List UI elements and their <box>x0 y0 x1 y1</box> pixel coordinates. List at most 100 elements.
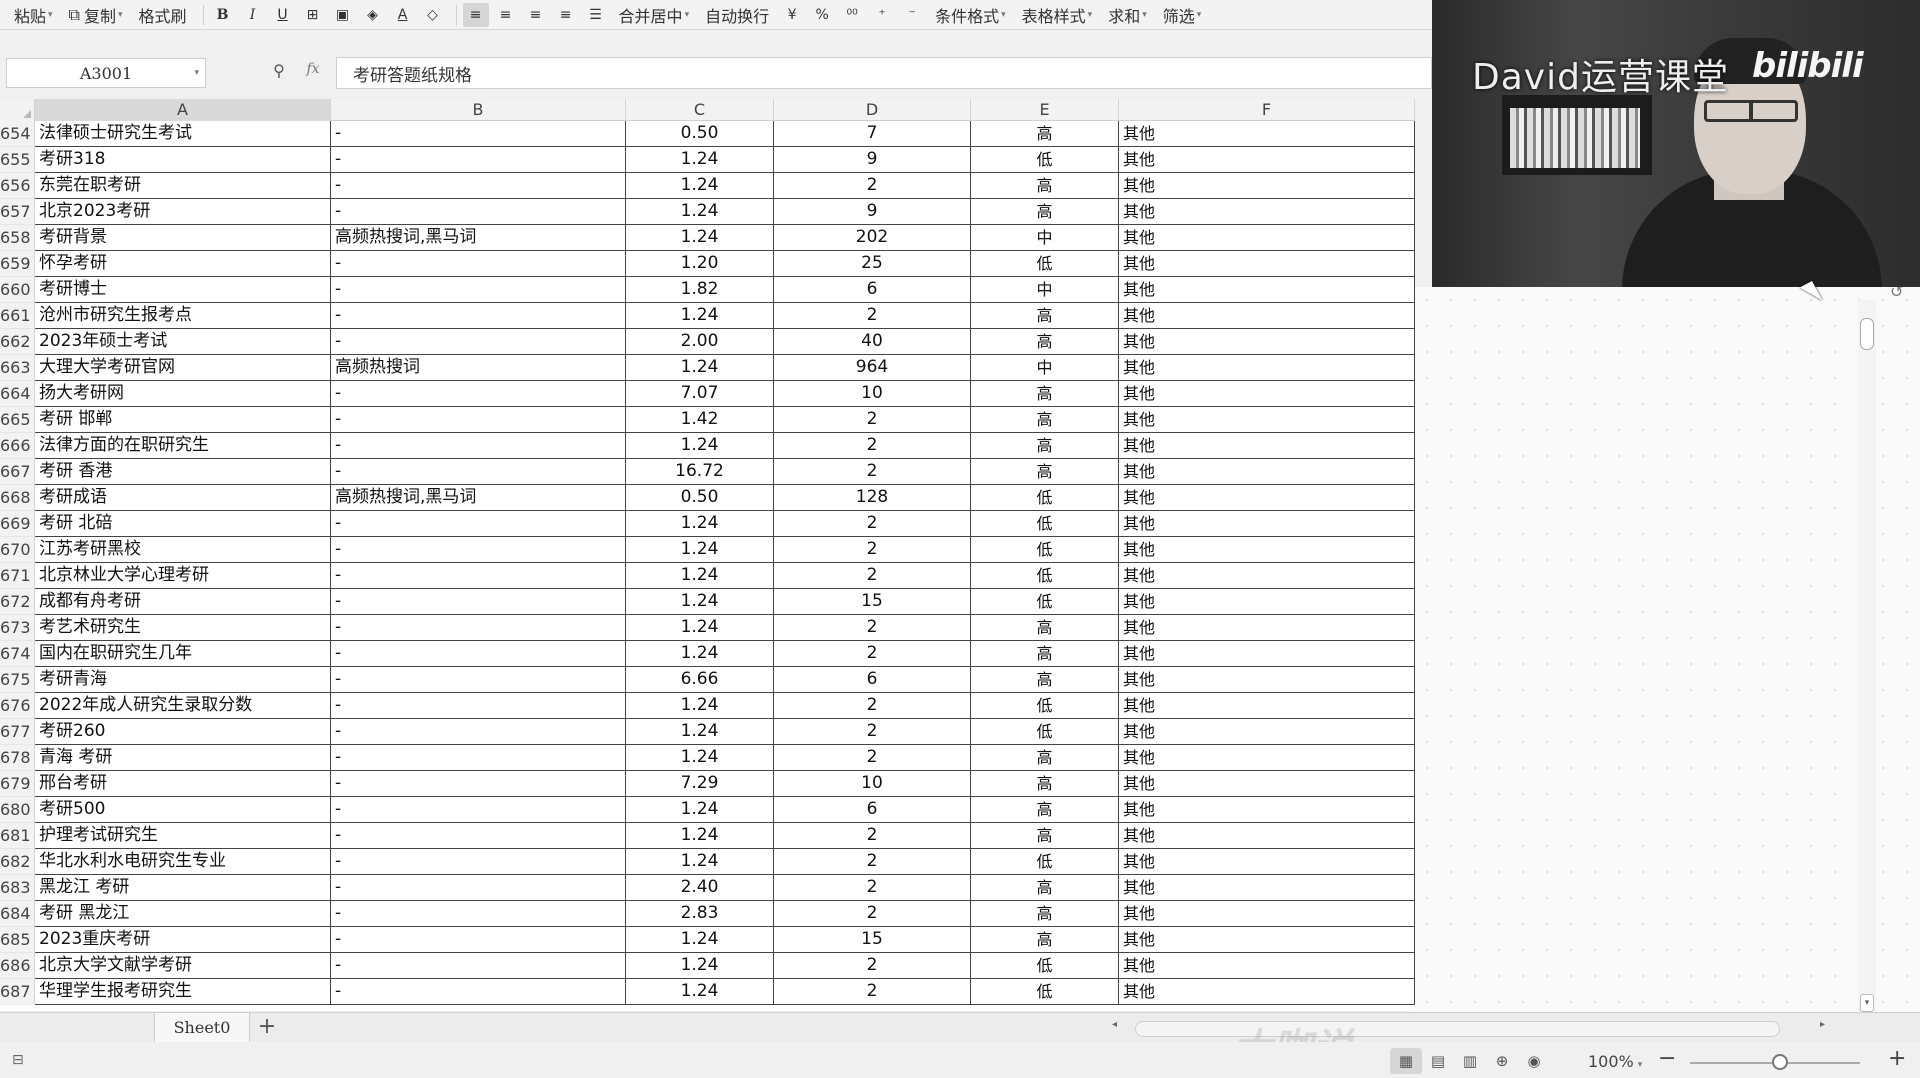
cell-f[interactable]: 其他 <box>1119 225 1415 250</box>
cell-a[interactable]: 黑龙江 考研 <box>35 875 331 900</box>
cell-f[interactable]: 其他 <box>1119 485 1415 510</box>
cell-a[interactable]: 国内在职研究生几年 <box>35 641 331 666</box>
row-header[interactable]: 654 <box>0 121 35 146</box>
macro-icon[interactable]: ⊟ <box>12 1052 24 1068</box>
cell-d[interactable]: 9 <box>774 147 971 172</box>
row-header[interactable]: 672 <box>0 589 35 614</box>
wrap-text-button[interactable]: 自动换行 <box>699 3 775 27</box>
cell-e[interactable]: 高 <box>971 901 1119 926</box>
cell-f[interactable]: 其他 <box>1119 199 1415 224</box>
cell-f[interactable]: 其他 <box>1119 979 1415 1004</box>
cell-a[interactable]: 华北水利水电研究生专业 <box>35 849 331 874</box>
cell-c[interactable]: 1.24 <box>626 953 774 978</box>
cell-b[interactable]: - <box>331 719 626 744</box>
cell-d[interactable]: 2 <box>774 615 971 640</box>
cell-d[interactable]: 9 <box>774 199 971 224</box>
cell-f[interactable]: 其他 <box>1119 953 1415 978</box>
cell-a[interactable]: 成都有舟考研 <box>35 589 331 614</box>
cell-d[interactable]: 6 <box>774 797 971 822</box>
cell-d[interactable]: 40 <box>774 329 971 354</box>
cell-a[interactable]: 考研260 <box>35 719 331 744</box>
cell-e[interactable]: 高 <box>971 407 1119 432</box>
cell-c[interactable]: 0.50 <box>626 485 774 510</box>
cell-b[interactable]: - <box>331 823 626 848</box>
cell-e[interactable]: 高 <box>971 667 1119 692</box>
cell-e[interactable]: 低 <box>971 485 1119 510</box>
cell-c[interactable]: 1.24 <box>626 433 774 458</box>
cell-e[interactable]: 低 <box>971 849 1119 874</box>
cell-e[interactable]: 高 <box>971 823 1119 848</box>
cell-c[interactable]: 1.24 <box>626 849 774 874</box>
cell-d[interactable]: 2 <box>774 433 971 458</box>
cell-c[interactable]: 1.24 <box>626 615 774 640</box>
highlight-icon[interactable]: ◈ <box>360 3 386 27</box>
cell-f[interactable]: 其他 <box>1119 849 1415 874</box>
cell-a[interactable]: 护理考试研究生 <box>35 823 331 848</box>
vertical-scrollbar[interactable]: ▾ <box>1858 300 1876 1012</box>
cell-d[interactable]: 10 <box>774 771 971 796</box>
cell-f[interactable]: 其他 <box>1119 303 1415 328</box>
cell-f[interactable]: 其他 <box>1119 875 1415 900</box>
cell-d[interactable]: 2 <box>774 563 971 588</box>
cell-b[interactable]: 高频热搜词 <box>331 355 626 380</box>
cell-e[interactable]: 低 <box>971 953 1119 978</box>
cell-a[interactable]: 北京2023考研 <box>35 199 331 224</box>
column-header-e[interactable]: E <box>971 99 1119 121</box>
table-style-button[interactable]: 表格样式 ▾ <box>1016 3 1099 27</box>
row-header[interactable]: 670 <box>0 537 35 562</box>
cell-a[interactable]: 大理大学考研官网 <box>35 355 331 380</box>
cell-e[interactable]: 高 <box>971 381 1119 406</box>
cell-c[interactable]: 1.24 <box>626 147 774 172</box>
distribute-icon[interactable]: ☰ <box>583 3 609 27</box>
cell-b[interactable]: - <box>331 173 626 198</box>
cell-a[interactable]: 考研成语 <box>35 485 331 510</box>
cell-b[interactable]: - <box>331 433 626 458</box>
cell-b[interactable]: - <box>331 407 626 432</box>
cell-c[interactable]: 1.24 <box>626 537 774 562</box>
cell-d[interactable]: 2 <box>774 875 971 900</box>
cell-a[interactable]: 考研 黑龙江 <box>35 901 331 926</box>
cell-c[interactable]: 2.00 <box>626 329 774 354</box>
copy-button[interactable]: ⧉ 复制 ▾ <box>63 3 129 27</box>
cell-a[interactable]: 青海 考研 <box>35 745 331 770</box>
cell-a[interactable]: 沧州市研究生报考点 <box>35 303 331 328</box>
cell-c[interactable]: 1.24 <box>626 693 774 718</box>
cell-b[interactable]: - <box>331 277 626 302</box>
cell-f[interactable]: 其他 <box>1119 147 1415 172</box>
zoom-out-icon[interactable]: − <box>1658 1046 1676 1071</box>
cell-d[interactable]: 10 <box>774 381 971 406</box>
cell-d[interactable]: 7 <box>774 121 971 146</box>
zoom-slider-knob[interactable] <box>1772 1054 1788 1070</box>
cell-b[interactable]: 高频热搜词,黑马词 <box>331 225 626 250</box>
cell-f[interactable]: 其他 <box>1119 459 1415 484</box>
cell-a[interactable]: 2023年硕士考试 <box>35 329 331 354</box>
column-header-f[interactable]: F <box>1119 99 1415 121</box>
row-header[interactable]: 665 <box>0 407 35 432</box>
thousands-icon[interactable]: ⁰⁰ <box>839 3 865 27</box>
cell-b[interactable]: - <box>331 563 626 588</box>
cell-e[interactable]: 低 <box>971 511 1119 536</box>
decimal-decrease-icon[interactable]: ⁻ <box>899 3 925 27</box>
cell-e[interactable]: 高 <box>971 745 1119 770</box>
cell-c[interactable]: 7.07 <box>626 381 774 406</box>
currency-icon[interactable]: ¥ <box>779 3 805 27</box>
cell-d[interactable]: 2 <box>774 953 971 978</box>
vertical-scroll-thumb[interactable] <box>1860 318 1874 350</box>
cell-e[interactable]: 中 <box>971 355 1119 380</box>
cell-b[interactable]: - <box>331 121 626 146</box>
cell-c[interactable]: 1.24 <box>626 303 774 328</box>
row-header[interactable]: 679 <box>0 771 35 796</box>
cell-e[interactable]: 低 <box>971 979 1119 1004</box>
normal-view-icon[interactable]: ▦ <box>1390 1048 1422 1074</box>
percent-icon[interactable]: % <box>809 3 835 27</box>
cell-f[interactable]: 其他 <box>1119 329 1415 354</box>
cell-e[interactable]: 高 <box>971 771 1119 796</box>
underline-icon[interactable]: U <box>270 3 296 27</box>
cell-f[interactable]: 其他 <box>1119 277 1415 302</box>
cell-e[interactable]: 高 <box>971 199 1119 224</box>
cell-a[interactable]: 2022年成人研究生录取分数 <box>35 693 331 718</box>
cell-a[interactable]: 考研318 <box>35 147 331 172</box>
cell-a[interactable]: 法律硕士研究生考试 <box>35 121 331 146</box>
cell-b[interactable]: - <box>331 693 626 718</box>
row-header[interactable]: 656 <box>0 173 35 198</box>
